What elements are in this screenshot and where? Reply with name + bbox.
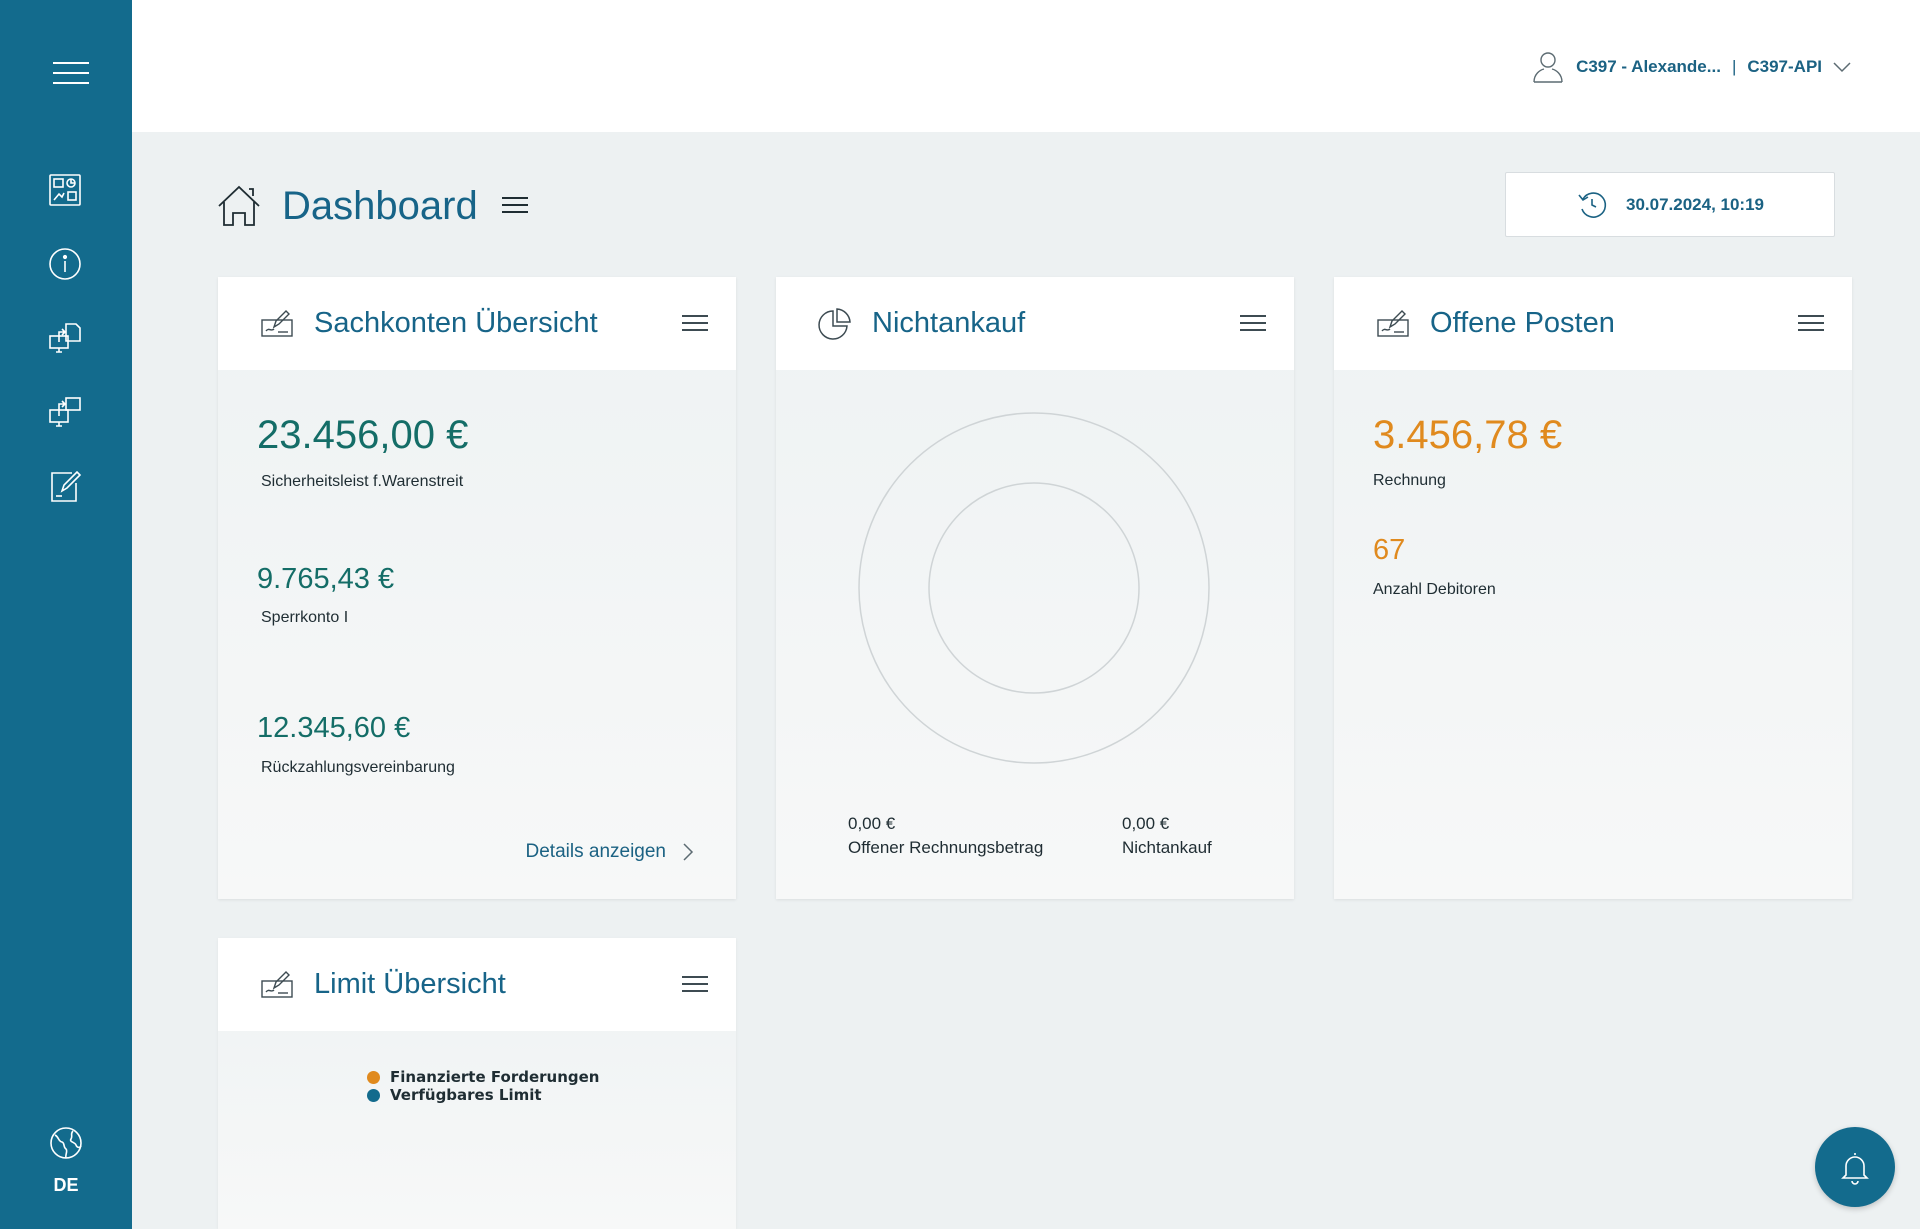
details-link-label: Details anzeigen: [525, 841, 666, 862]
legend-label: Offener Rechnungsbetrag: [848, 838, 1044, 857]
invoice-amount: 3.456,78 €: [1373, 413, 1563, 457]
card-nichtankauf: Nichtankauf 0,00 € Offener Rechnungsbetr…: [776, 277, 1294, 899]
amount-label: Sicherheitsleist f.Warenstreit: [261, 473, 464, 490]
amount-label: Sperrkonto I: [261, 609, 349, 626]
amount-value: 9.765,43 €: [257, 563, 395, 595]
legend-dot: [367, 1070, 380, 1084]
edit-document-icon: [51, 470, 82, 502]
edit-document-icon: [261, 309, 293, 337]
debtor-count: 67: [1373, 534, 1406, 566]
notifications-button[interactable]: [1815, 1127, 1895, 1207]
card-menu-button[interactable]: [1798, 314, 1824, 333]
legend-label: Verfügbares Limit: [390, 1086, 542, 1104]
card-limit: Limit Übersicht Finanzierte Forderungen …: [218, 938, 736, 1229]
sidebar-item-edit[interactable]: [48, 469, 82, 503]
legend-item: Verfügbares Limit: [367, 1086, 599, 1104]
page-title: Dashboard: [282, 183, 478, 228]
legend-item: Finanzierte Forderungen: [367, 1068, 599, 1086]
sidebar-menu-toggle[interactable]: [53, 62, 89, 84]
pie-chart-icon: [818, 307, 851, 340]
card-title: Nichtankauf: [872, 307, 1026, 339]
user-name: C397 - Alexande...: [1576, 57, 1721, 76]
refresh-button[interactable]: 30.07.2024, 10:19: [1505, 172, 1835, 237]
legend-item: 0,00 € Nichtankauf: [1122, 812, 1212, 860]
account-name: C397-API: [1747, 57, 1822, 76]
card-header: Sachkonten Übersicht: [218, 277, 736, 370]
refresh-timestamp: 30.07.2024, 10:19: [1625, 194, 1764, 214]
amount-value: 12.345,60 €: [257, 712, 411, 744]
transfer-monitor-icon: [49, 397, 81, 427]
card-header: Limit Übersicht: [218, 938, 736, 1031]
sidebar-item-dashboard[interactable]: [48, 173, 82, 207]
dashboard-icon: [49, 174, 81, 206]
legend-value: 0,00 €: [1122, 814, 1170, 833]
bell-icon: [1841, 1153, 1869, 1185]
sidebar-item-info[interactable]: [48, 247, 82, 281]
page-heading: Dashboard: [216, 183, 528, 229]
home-icon: [218, 185, 260, 226]
details-link[interactable]: Details anzeigen: [526, 841, 696, 863]
card-title: Sachkonten Übersicht: [314, 307, 598, 339]
card-offene-posten: Offene Posten 3.456,78 € Rechnung 67 Anz…: [1334, 277, 1852, 899]
page-menu-button[interactable]: [501, 197, 528, 215]
card-header: Nichtankauf: [776, 277, 1294, 370]
top-header: C397 - Alexande... | C397-API: [132, 0, 1920, 132]
sidebar-item-upload[interactable]: [48, 321, 82, 355]
amount-label: Rückzahlungsvereinbarung: [261, 759, 455, 776]
language-switcher[interactable]: DE: [0, 1126, 132, 1196]
card-sachkonten: Sachkonten Übersicht 23.456,00 € Sicherh…: [218, 277, 736, 899]
header-separator: |: [1731, 57, 1737, 76]
legend-label: Finanzierte Forderungen: [390, 1068, 600, 1086]
edit-document-icon: [261, 970, 293, 998]
card-header: Offene Posten: [1334, 277, 1852, 370]
legend-label: Nichtankauf: [1122, 838, 1212, 857]
globe-icon: [50, 1127, 82, 1159]
user-menu[interactable]: C397 - Alexande... | C397-API: [1531, 50, 1852, 84]
chevron-down-icon: [1833, 62, 1851, 73]
card-menu-button[interactable]: [682, 314, 708, 333]
card-menu-button[interactable]: [682, 975, 708, 994]
chart-legend: Finanzierte Forderungen Verfügbares Limi…: [367, 1068, 599, 1104]
upload-monitor-icon: [49, 323, 81, 353]
sidebar: DE: [0, 0, 132, 1229]
donut-chart: [858, 412, 1210, 764]
invoice-amount-label: Rechnung: [1373, 472, 1446, 489]
debtor-count-label: Anzahl Debitoren: [1373, 581, 1496, 598]
language-label: DE: [53, 1175, 79, 1195]
edit-document-icon: [1377, 309, 1409, 337]
user-icon: [1533, 52, 1563, 83]
refresh-icon: [1578, 191, 1607, 218]
legend-item: 0,00 € Offener Rechnungsbetrag: [848, 812, 1043, 860]
card-menu-button[interactable]: [1240, 314, 1266, 333]
card-title: Limit Übersicht: [314, 968, 506, 1000]
chevron-right-icon: [683, 843, 694, 861]
sidebar-item-transfer[interactable]: [48, 395, 82, 429]
card-title: Offene Posten: [1430, 307, 1615, 339]
amount-value: 23.456,00 €: [257, 413, 469, 457]
info-icon: [49, 248, 81, 280]
legend-value: 0,00 €: [848, 814, 896, 833]
legend-dot: [367, 1088, 380, 1102]
